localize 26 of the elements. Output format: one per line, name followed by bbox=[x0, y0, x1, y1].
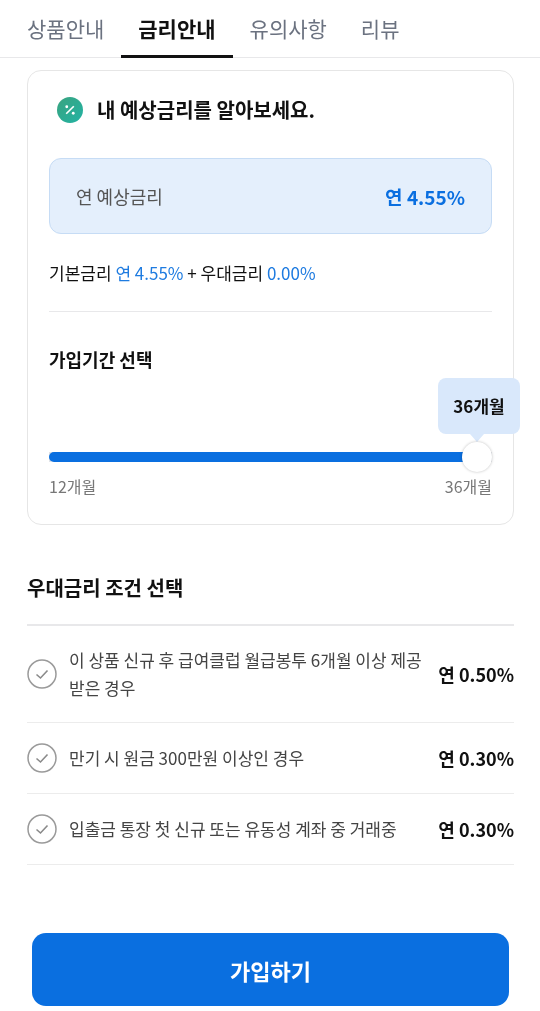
slider-handle[interactable] bbox=[462, 442, 492, 472]
condition-text: 입출금 통장 첫 신규 또는 유동성 계좌 중 거래중 bbox=[69, 815, 398, 844]
estimate-label: 연 예상금리 bbox=[76, 183, 163, 209]
check-icon[interactable] bbox=[27, 814, 57, 845]
condition-text: 만기 시 원금 300만원 이상인 경우 bbox=[69, 744, 306, 773]
tab[interactable]: 리뷰 bbox=[343, 0, 417, 58]
tab[interactable]: 유의사항 bbox=[232, 0, 344, 58]
tooltip-pointer bbox=[470, 434, 484, 442]
condition-rate: 연 0.50% bbox=[438, 661, 514, 688]
min-label: 12개월 bbox=[49, 474, 97, 498]
condition-rate: 연 0.30% bbox=[438, 745, 514, 772]
check-icon[interactable] bbox=[27, 659, 57, 690]
tab[interactable]: 상품안내 bbox=[10, 0, 122, 58]
rate-breakdown: 기본금리 연 4.55% + 우대금리 0.00% bbox=[49, 260, 317, 285]
condition-rate: 연 0.30% bbox=[438, 816, 514, 843]
tab[interactable]: 금리안내 bbox=[121, 0, 233, 58]
max-label: 36개월 bbox=[444, 474, 492, 498]
condition-text: 이 상품 신규 후 급여클럽 월급봉투 6개월 이상 제공받은 경우 bbox=[69, 646, 423, 703]
percent-icon bbox=[57, 96, 83, 123]
check-icon[interactable] bbox=[27, 743, 57, 774]
period-title: 가입기간 선택 bbox=[49, 346, 154, 372]
join-button[interactable]: 가입하기 bbox=[32, 933, 509, 1006]
tooltip: 36개월 bbox=[438, 378, 520, 434]
section-title: 우대금리 조건 선택 bbox=[27, 573, 514, 626]
estimate-value: 연 4.55% bbox=[385, 182, 465, 210]
card-title: 내 예상금리를 알아보세요. bbox=[97, 95, 315, 124]
